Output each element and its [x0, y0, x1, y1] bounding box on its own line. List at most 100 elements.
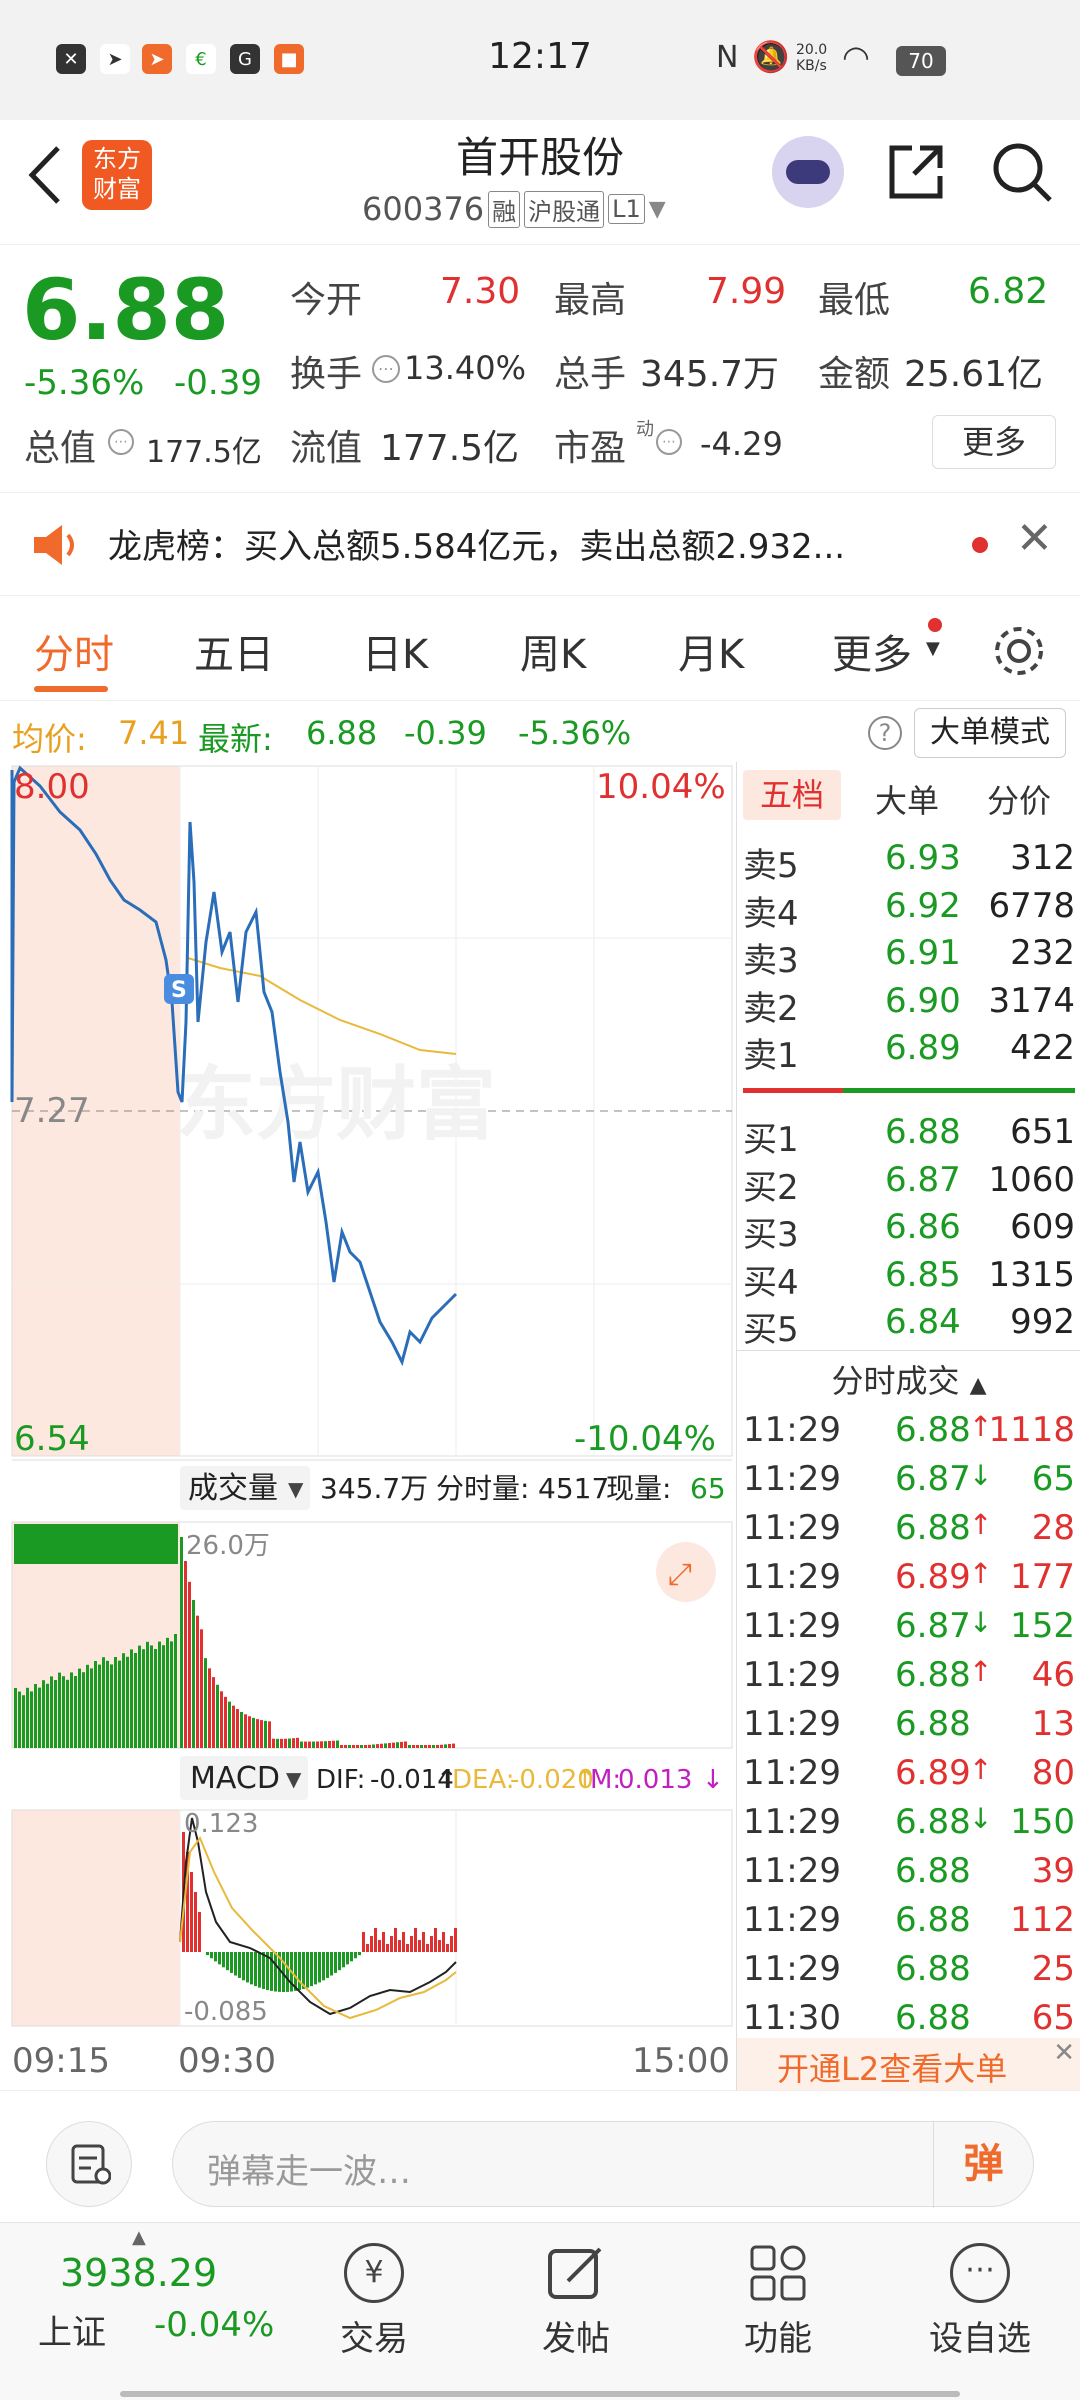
- trade-price: 6.88: [895, 1704, 971, 1744]
- macd-bar: [222, 1952, 225, 1968]
- macd-bar: [218, 1952, 221, 1965]
- volume-bar: [62, 1676, 65, 1748]
- trade-row: 11:29 6.89 ↑ 80: [737, 1753, 1080, 1799]
- tab-daily-k[interactable]: 日K: [362, 622, 428, 680]
- level-qty: 232: [1010, 933, 1075, 973]
- trade-price: 6.88: [895, 1998, 971, 2038]
- more-button[interactable]: 更多: [932, 415, 1056, 469]
- volume-bar: [448, 1743, 451, 1748]
- trade-time: 11:29: [743, 1410, 841, 1450]
- info-icon[interactable]: ⋯: [372, 355, 400, 383]
- tab-five-level[interactable]: 五档: [743, 770, 841, 820]
- trades-title-label: 分时成交: [831, 1362, 960, 1400]
- stock-code: 600376: [362, 190, 485, 228]
- level-price: 6.86: [885, 1207, 961, 1247]
- index-ticker[interactable]: ▲ 3938.29 上证 -0.04%: [30, 2227, 290, 2387]
- volume-bar: [70, 1672, 73, 1748]
- bid-row[interactable]: 买4 6.85 1315: [737, 1255, 1080, 1303]
- time-start-label: 09:15: [12, 2041, 110, 2081]
- trade-qty: 39: [1031, 1851, 1075, 1891]
- dropdown-icon[interactable]: ▼: [649, 197, 666, 222]
- back-button[interactable]: [24, 140, 64, 214]
- big-order-mode-button[interactable]: 大单模式: [914, 708, 1066, 758]
- volume-bar: [34, 1684, 37, 1748]
- macd-bar: [418, 1940, 421, 1952]
- tab-five-day[interactable]: 五日: [194, 622, 274, 680]
- macd-bar: [194, 1892, 197, 1952]
- change-value: -0.39: [174, 363, 262, 403]
- unread-dot: [928, 618, 942, 632]
- volume-now-label: 现量:: [606, 1472, 671, 1505]
- chart-canvas[interactable]: 东方财富 S 8.00 7.27 6.54 10.04% -10.04% 成交量…: [0, 762, 736, 2090]
- trade-time: 11:29: [743, 1508, 841, 1548]
- intraday-chart[interactable]: 东方财富 S 8.00 7.27 6.54 10.04% -10.04% 成交量…: [0, 762, 736, 2090]
- volume-bar: [138, 1645, 141, 1748]
- comment-input[interactable]: 弹幕走一波… 弹: [172, 2121, 1034, 2208]
- ask-row[interactable]: 卖2 6.90 3174: [737, 981, 1080, 1029]
- help-icon[interactable]: ?: [868, 716, 902, 750]
- gesture-handle[interactable]: [120, 2391, 960, 2397]
- volume-bar: [396, 1742, 399, 1748]
- turnover-label: 换手: [290, 354, 363, 395]
- l2-banner[interactable]: 开通L2查看大单 ✕: [737, 2038, 1080, 2090]
- settings-gear-icon[interactable]: [990, 622, 1048, 680]
- close-icon[interactable]: ✕: [1016, 513, 1053, 564]
- volume-bar: [58, 1672, 61, 1748]
- bid-row[interactable]: 买1 6.88 651: [737, 1112, 1080, 1160]
- tab-big-order[interactable]: 大单: [875, 776, 939, 822]
- m-arrow: ↓: [702, 1765, 724, 1795]
- tab-intraday[interactable]: 分时: [34, 622, 114, 680]
- trades-title[interactable]: 分时成交 ▲: [737, 1356, 1080, 1402]
- ask-row[interactable]: 卖4 6.92 6778: [737, 886, 1080, 934]
- trade-time: 11:29: [743, 1459, 841, 1499]
- share-icon[interactable]: [884, 140, 948, 204]
- volume-bar: [14, 1688, 17, 1748]
- robot-assistant-icon[interactable]: [772, 136, 844, 208]
- bid-row[interactable]: 买5 6.84 992: [737, 1302, 1080, 1350]
- comment-list-button[interactable]: [46, 2121, 132, 2207]
- float-label: 流值: [290, 428, 363, 469]
- tab-price-distribution[interactable]: 分价: [987, 776, 1051, 822]
- nav-trade[interactable]: ¥ 交易: [314, 2243, 434, 2360]
- latest-change: -0.39: [404, 714, 487, 752]
- trade-qty: 80: [1031, 1753, 1075, 1793]
- trade-qty: 152: [1010, 1606, 1075, 1646]
- search-icon[interactable]: [990, 140, 1054, 204]
- connect-tag: 沪股通: [524, 190, 605, 228]
- volume-bar: [220, 1691, 223, 1748]
- info-icon[interactable]: ⋯: [656, 429, 682, 455]
- eastmoney-logo[interactable]: 东方 财富: [82, 140, 152, 210]
- nav-functions[interactable]: 功能: [718, 2243, 838, 2360]
- notice-bar[interactable]: 龙虎榜：买入总额5.584亿元，卖出总额2.932... ✕: [0, 492, 1080, 596]
- volume-bar: [268, 1721, 271, 1748]
- volume-bar: [380, 1743, 383, 1748]
- macd-bar: [450, 1936, 453, 1952]
- level-label: 卖1: [743, 1036, 799, 1076]
- volume-bar: [432, 1745, 435, 1748]
- level-tag[interactable]: L1: [608, 194, 645, 224]
- tab-monthly-k[interactable]: 月K: [678, 622, 744, 680]
- info-icon[interactable]: ⋯: [108, 429, 134, 455]
- bid-row[interactable]: 买2 6.87 1060: [737, 1160, 1080, 1208]
- ask-row[interactable]: 卖1 6.89 422: [737, 1028, 1080, 1076]
- volume-bar: [260, 1720, 263, 1748]
- level-price: 6.91: [885, 933, 961, 973]
- volume-bar: [272, 1738, 275, 1748]
- latest-value: 6.88: [306, 714, 378, 752]
- trade-row: 11:30 6.88 65: [737, 1998, 1080, 2044]
- macd-bar: [406, 1944, 409, 1952]
- ask-row[interactable]: 卖3 6.91 232: [737, 933, 1080, 981]
- tab-weekly-k[interactable]: 周K: [520, 622, 586, 680]
- index-name: 上证: [38, 2313, 106, 2353]
- pe-value: -4.29: [700, 425, 783, 463]
- nav-add-watchlist[interactable]: ⋯ 设自选: [920, 2243, 1040, 2360]
- trade-row: 11:29 6.88 39: [737, 1851, 1080, 1897]
- tab-more[interactable]: 更多: [832, 622, 912, 680]
- nav-post[interactable]: 发帖: [516, 2243, 636, 2360]
- bid-row[interactable]: 买3 6.86 609: [737, 1207, 1080, 1255]
- send-comment-button[interactable]: 弹: [933, 2122, 1033, 2208]
- volume-bar: [224, 1696, 227, 1748]
- level-qty: 312: [1010, 838, 1075, 878]
- ask-row[interactable]: 卖5 6.93 312: [737, 838, 1080, 886]
- level-label: 买4: [743, 1262, 799, 1303]
